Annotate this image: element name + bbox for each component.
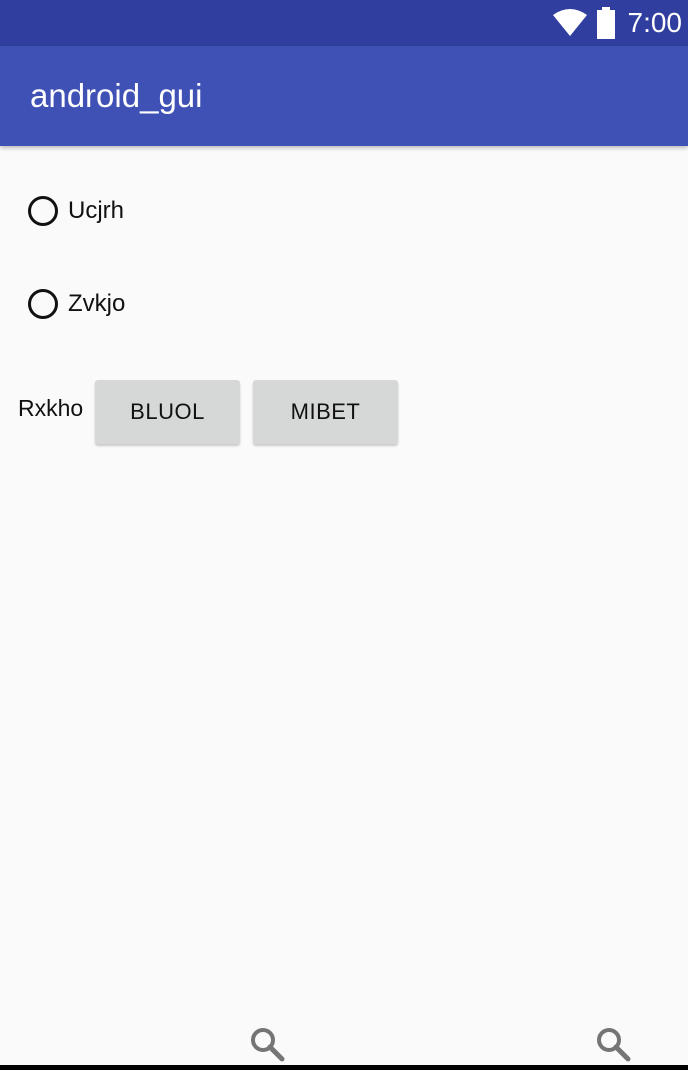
radio-zvkjo[interactable]: Zvkjo [28, 284, 125, 324]
bottom-edge [0, 1065, 688, 1070]
status-bar: 7:00 [0, 0, 688, 46]
radio-circle[interactable] [28, 196, 58, 226]
status-time: 7:00 [627, 7, 683, 38]
screen: 7:00 android_gui Ucjrh Zvkjo Rxkho BLUOL… [0, 0, 688, 1070]
search-icon[interactable] [595, 1026, 631, 1067]
app-title: android_gui [30, 77, 203, 114]
row-label: Rxkho [18, 395, 84, 421]
radio-ucjrh[interactable]: Ucjrh [28, 191, 124, 231]
app-bar: android_gui [0, 46, 688, 146]
radio-circle[interactable] [28, 289, 58, 319]
search-icon[interactable] [249, 1026, 285, 1067]
bluol-button[interactable]: BLUOL [95, 380, 240, 444]
mibet-button[interactable]: MIBET [253, 380, 398, 444]
radio-label: Ucjrh [68, 197, 125, 224]
status-icons: 7:00 [552, 0, 683, 46]
battery-icon [596, 7, 616, 39]
wifi-icon [552, 9, 588, 37]
radio-label: Zvkjo [68, 290, 126, 317]
